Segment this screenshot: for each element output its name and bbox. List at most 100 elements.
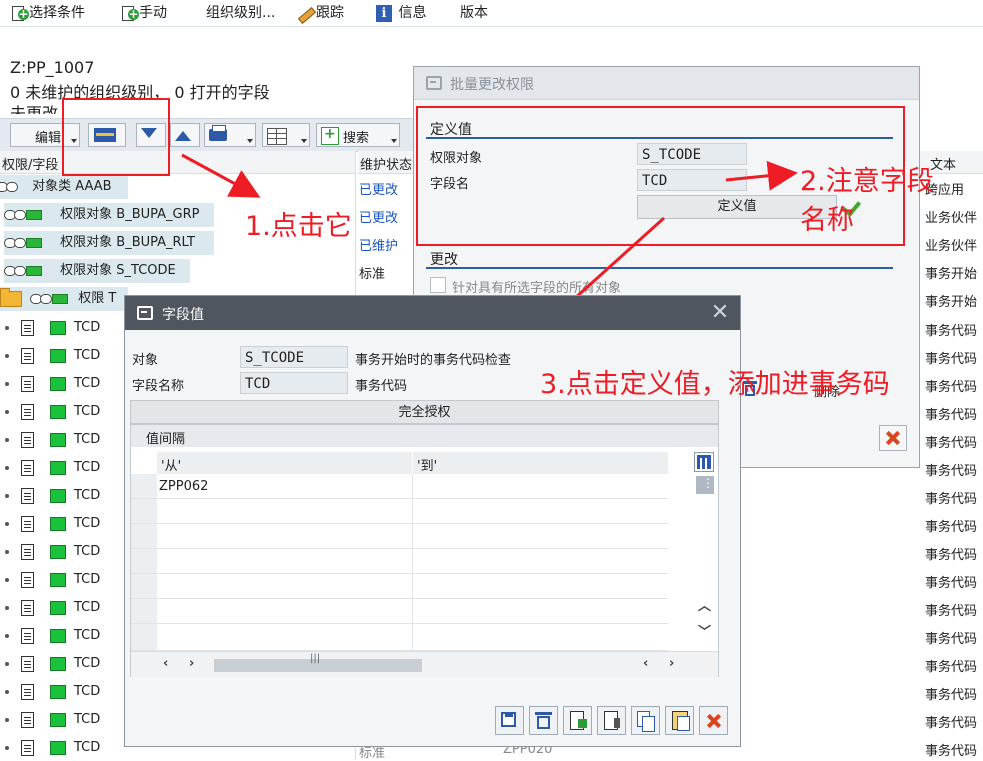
document-add-icon [10,5,29,22]
annotation-step1: 1.点击它 [245,211,352,242]
document-icon [21,516,34,532]
scroll-right-icon[interactable]: › [669,656,674,671]
document-icon [21,488,34,504]
role-name: Z:PP_1007 [10,58,95,77]
tree-row-authorization[interactable]: 权限 T [0,287,128,311]
scroll-left-icon[interactable]: ‹ [163,656,168,671]
scroll-up-icon[interactable]: ︿ [698,595,711,614]
table-row[interactable] [131,524,668,549]
menu-trace[interactable]: 跟踪 [296,3,344,23]
delete-button[interactable] [529,706,558,735]
dropdown-arrow-icon [301,139,307,143]
annotation-step2b: 名称 [800,205,854,236]
authorization-object-icon [4,237,42,248]
menu-manual[interactable]: 手动 [120,3,167,23]
tree-row-object[interactable]: 权限对象 S_TCODE [4,259,190,283]
annotation-box-toolbar [62,98,170,176]
close-icon[interactable]: ✕ [710,302,730,324]
menu-selection-criteria[interactable]: 选择条件 [10,3,85,23]
field-description: 事务代码 [355,379,408,394]
tree-text: 业务伙伴 [925,211,978,226]
table-row[interactable] [131,624,668,651]
column-header-from[interactable]: '从' [157,452,412,474]
all-objects-checkbox[interactable] [430,277,446,293]
cancel-button[interactable] [699,706,728,735]
pencil-icon [296,4,314,22]
tree-text: 事务开始 [925,267,978,282]
tree-row-object-class[interactable]: 对象类 AAAB [0,175,128,199]
document-icon [21,348,34,364]
green-status-icon [50,349,66,363]
tree-text: 事务开始 [925,295,978,310]
group-divider [426,267,893,269]
search-button[interactable]: 搜索 [316,123,400,147]
dialog-title-bar: 批量更改权限 [414,67,919,100]
menu-version[interactable]: 版本 [460,3,488,23]
from-value[interactable]: ZPP062 [159,479,208,494]
object-class-icon [0,181,28,192]
select-row-button[interactable] [597,706,626,735]
tree-row-object[interactable]: 权限对象 B_BUPA_RLT [4,231,214,255]
row-menu-icon[interactable] [696,476,714,494]
tree-text: 事务代码 [925,632,978,647]
tree-row-object[interactable]: 权限对象 B_BUPA_GRP [4,203,214,227]
tree-text: 事务代码 [925,576,978,591]
document-icon [21,460,34,476]
label-field-name: 字段名称 [132,379,185,394]
scroll-down-icon[interactable]: ﹀ [698,621,711,640]
column-header-authorization[interactable]: 权限/字段 [0,151,355,174]
menu-info[interactable]: i 信息 [376,3,426,23]
document-icon [21,544,34,560]
insert-row-button[interactable] [563,706,592,735]
save-button[interactable] [495,706,524,735]
group-title-change: 更改 [430,252,458,268]
label-all-objects: 针对具有所选字段的所有对象 [452,281,622,296]
green-status-icon [50,573,66,587]
tree-text: 事务代码 [925,408,978,423]
column-header-status[interactable]: 维护状态 [358,151,414,174]
authorization-object-icon [4,209,42,220]
change-status: 未更改 [10,104,59,114]
scroll-right-icon[interactable]: › [189,656,194,671]
collapse-button[interactable] [170,123,200,147]
folder-icon [0,287,22,307]
print-button[interactable] [204,123,256,147]
green-status-icon [50,321,66,335]
column-settings-icon[interactable] [694,452,714,472]
document-icon [21,712,34,728]
tree-text: 业务伙伴 [925,239,978,254]
full-authorization-button[interactable]: 完全授权 [130,400,719,424]
dialog-icon [426,76,442,90]
menu-org-levels[interactable]: 组织级别... [206,3,275,23]
table-icon [267,128,287,145]
tree-status: 已更改 [359,211,399,226]
object-description: 事务开始时的事务代码检查 [355,353,512,368]
table-row[interactable] [131,499,668,524]
paste-button[interactable] [665,706,694,735]
document-icon [21,684,34,700]
green-status-icon [50,629,66,643]
tree-text: 事务代码 [925,744,978,759]
tree-status: 已维护 [359,239,399,254]
scroll-left-icon[interactable]: ‹ [643,656,648,671]
object-field: S_TCODE [240,346,348,368]
horizontal-scrollbar[interactable]: ‹ › ||| ‹ › [131,651,718,677]
green-status-icon [50,741,66,755]
green-status-icon [50,517,66,531]
tree-text: 事务代码 [925,352,978,367]
table-row[interactable]: ZPP062 [131,474,668,499]
table-row[interactable] [131,549,668,574]
tree-text: 事务代码 [925,520,978,535]
column-header-to[interactable]: '到' [413,452,668,474]
scrollbar-thumb[interactable]: ||| [214,653,422,672]
document-icon [21,656,34,672]
table-row[interactable] [131,574,668,599]
document-icon [21,404,34,420]
copy-button[interactable] [631,706,660,735]
layout-button[interactable] [262,123,310,147]
grid-title: 值间隔 [131,425,718,447]
tree-text: 事务代码 [925,436,978,451]
field-values-dialog: 字段值 ✕ 对象 S_TCODE 事务开始时的事务代码检查 字段名称 TCD 事… [124,295,741,747]
cancel-icon[interactable] [879,425,907,451]
table-row[interactable] [131,599,668,624]
